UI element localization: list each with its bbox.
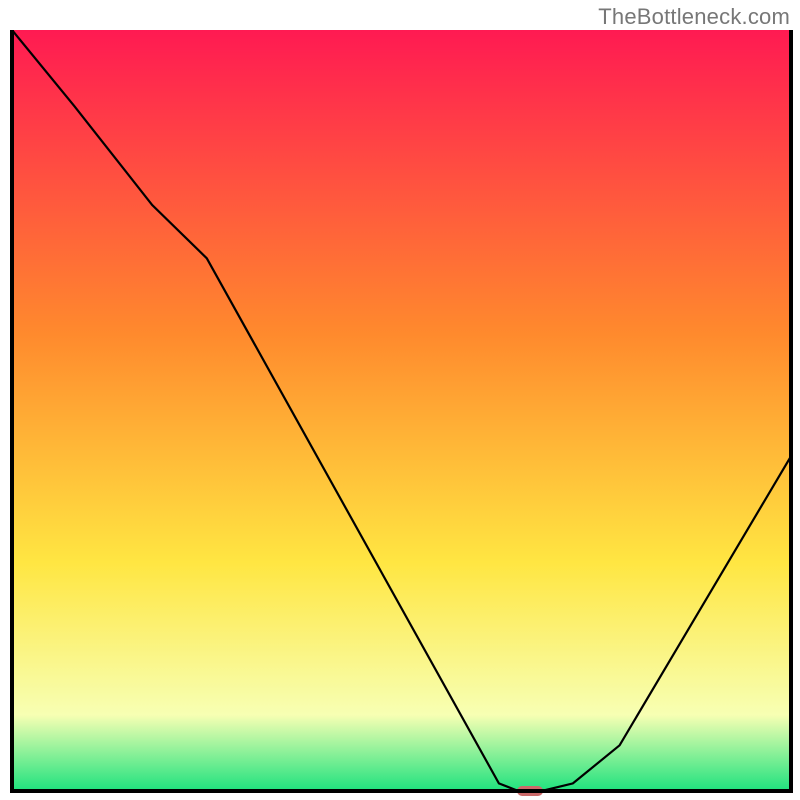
chart-svg [0,0,800,800]
watermark: TheBottleneck.com [598,4,790,30]
chart-container: TheBottleneck.com [0,0,800,800]
gradient-background [12,30,791,791]
